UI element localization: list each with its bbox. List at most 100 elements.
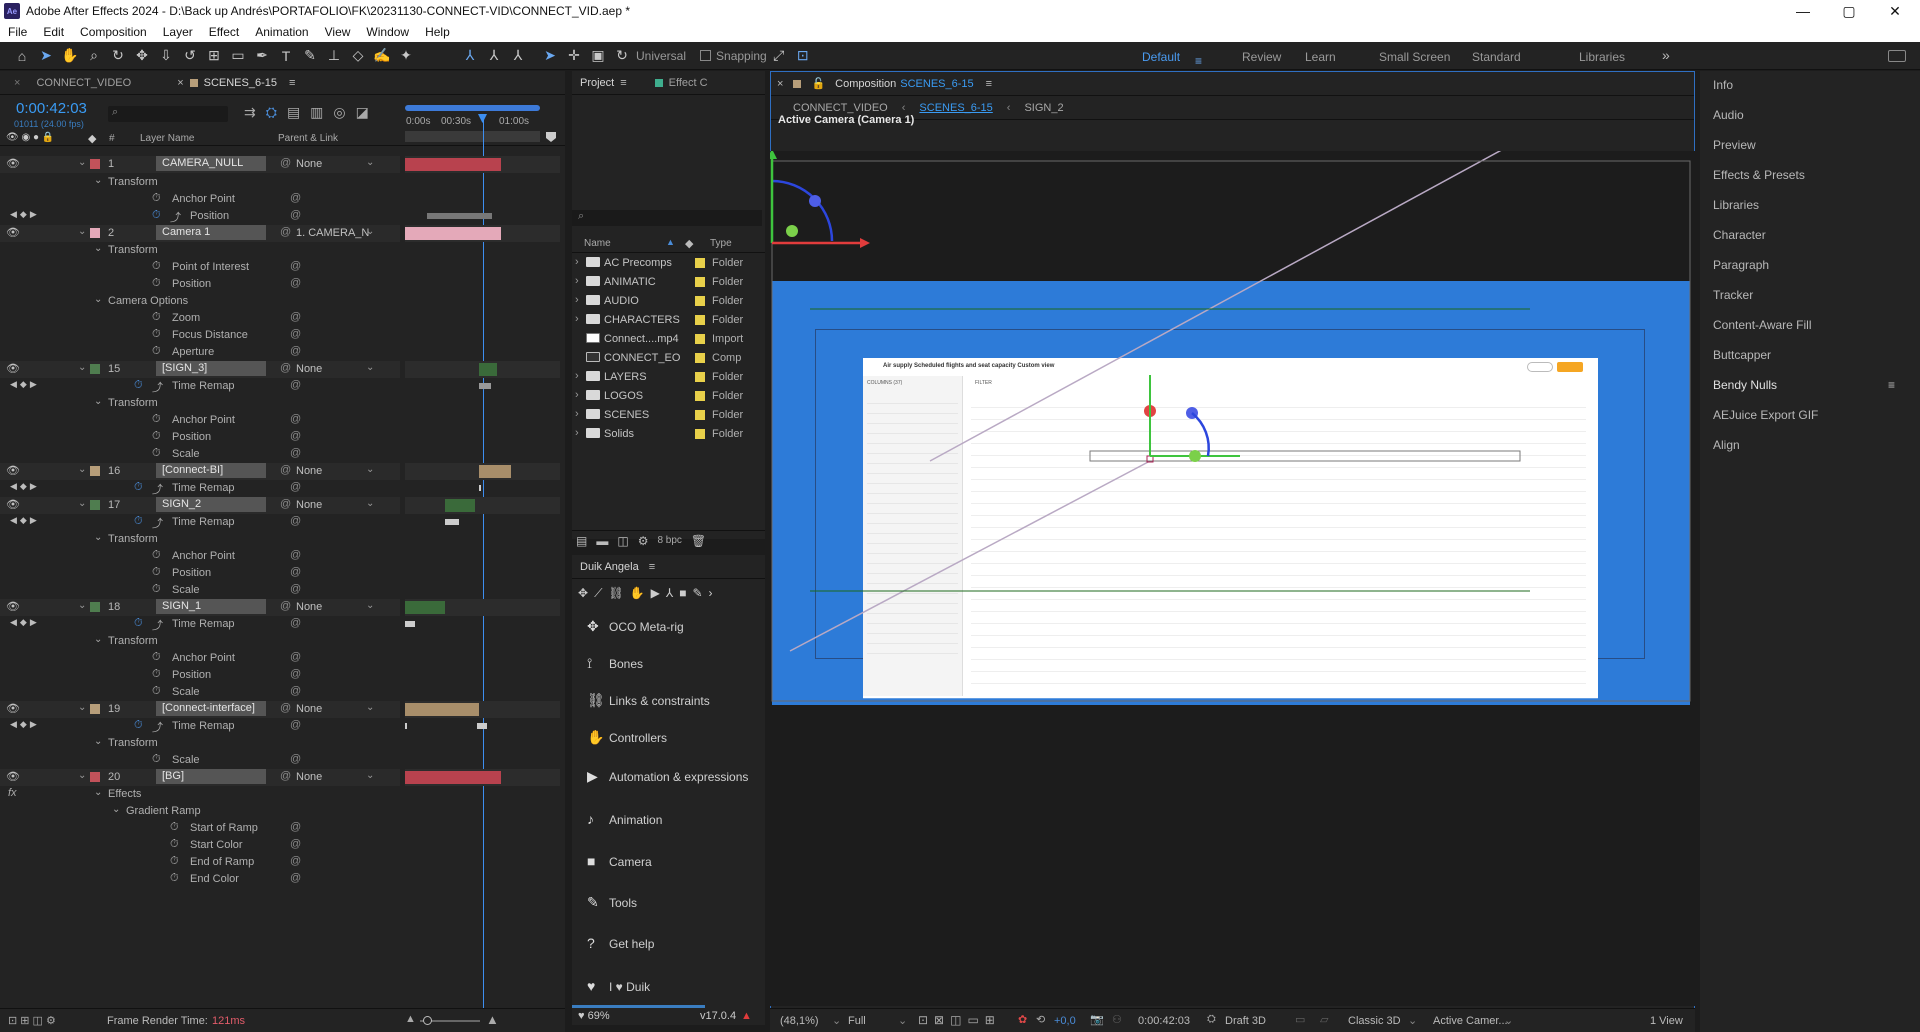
stopwatch-icon[interactable]: ⏱ — [170, 855, 179, 868]
panel-tracker[interactable]: Tracker — [1713, 288, 1753, 302]
stopwatch-icon[interactable]: ⏱ — [152, 345, 161, 358]
extended-viewer-icon[interactable]: ▭ — [1295, 1013, 1305, 1026]
timeline-track[interactable] — [405, 667, 560, 684]
stopwatch-icon[interactable]: ⏱ — [152, 430, 161, 443]
property-row[interactable]: ⏱ End of Ramp @ — [0, 854, 400, 871]
navigator-bar[interactable] — [405, 131, 540, 142]
layer-duration-bar[interactable] — [479, 363, 497, 376]
timeline-track[interactable] — [405, 548, 560, 565]
camera-rotation-arc[interactable] — [771, 179, 834, 242]
stopwatch-icon[interactable]: ⏱ — [152, 328, 161, 341]
pick-whip-icon[interactable]: @ — [290, 872, 301, 884]
visibility-eye-icon[interactable]: 👁 — [6, 600, 20, 613]
property-row[interactable]: ⏱ Position @ — [0, 667, 400, 684]
interpret-footage-icon[interactable]: ▤ — [576, 534, 587, 548]
keyframe-marker[interactable] — [405, 723, 407, 729]
duik-item[interactable]: ♥ I ♥ Duik — [587, 978, 650, 994]
project-item[interactable]: › CHARACTERS Folder — [572, 311, 765, 330]
keyframe-marker[interactable] — [477, 723, 487, 729]
pick-whip-icon[interactable]: @ — [290, 209, 301, 221]
layer-duration-bar[interactable] — [405, 771, 501, 784]
parent-dropdown-icon[interactable]: ⌄ — [366, 702, 374, 713]
graph-icon[interactable]: ⤴ — [152, 481, 163, 497]
tab-scenes[interactable]: SCENES_6-15 — [204, 77, 277, 89]
project-item[interactable]: › AC Precomps Folder — [572, 254, 765, 273]
timeline-track[interactable] — [405, 497, 560, 514]
timeline-track[interactable] — [405, 650, 560, 667]
label-color-swatch[interactable] — [695, 296, 705, 306]
channel-icon[interactable]: ✿ — [1018, 1013, 1027, 1026]
pick-whip-icon[interactable]: @ — [290, 821, 301, 833]
pick-whip-icon[interactable]: @ — [280, 702, 291, 714]
property-row[interactable]: ⏱ Start Color @ — [0, 837, 400, 854]
panel-content-aware-fill[interactable]: Content-Aware Fill — [1713, 318, 1811, 332]
workspace-small-screen[interactable]: Small Screen — [1379, 50, 1450, 64]
pick-whip-icon[interactable]: @ — [290, 430, 301, 442]
stopwatch-icon[interactable]: ⏱ — [152, 566, 161, 579]
stopwatch-icon[interactable]: ⏱ — [152, 447, 161, 460]
property-row[interactable]: ⌄ Transform — [0, 174, 400, 191]
parent-dropdown-icon[interactable]: ⌄ — [366, 600, 374, 611]
layer-row[interactable]: 👁 ⌄ 2 Camera 1 @ 1. CAMERA_N ⌄ — [0, 225, 400, 242]
graph-icon[interactable]: ⤴ — [152, 617, 163, 633]
zoom-level[interactable]: (48,1%) — [780, 1015, 819, 1027]
timeline-track[interactable] — [405, 633, 560, 650]
layer-row[interactable]: 👁 ⌄ 16 [Connect-BI] @ None ⌄ — [0, 463, 400, 480]
layer-duration-bar[interactable] — [405, 601, 445, 614]
panel-character[interactable]: Character — [1713, 228, 1766, 242]
pick-whip-icon[interactable]: @ — [290, 260, 301, 272]
pen-tool-icon[interactable]: ✒ — [250, 45, 274, 67]
label-color-swatch[interactable] — [695, 410, 705, 420]
layer-row[interactable]: 👁 ⌄ 20 [BG] @ None ⌄ — [0, 769, 400, 786]
timeline-track[interactable] — [405, 854, 560, 871]
property-row[interactable]: ◀◆▶ ⏱ ⤴ Time Remap @ — [0, 480, 400, 497]
workspace-review[interactable]: Review — [1242, 50, 1281, 64]
layer-name[interactable]: [Connect-BI] — [156, 463, 266, 478]
stopwatch-icon[interactable]: ⏱ — [134, 379, 143, 392]
timeline-track[interactable] — [405, 327, 560, 344]
rectangle-tool-icon[interactable]: ▭ — [226, 45, 250, 67]
pick-whip-icon[interactable]: @ — [290, 583, 301, 595]
close-button[interactable]: ✕ — [1872, 0, 1918, 22]
orbit-tool-icon[interactable]: ↻ — [106, 45, 130, 67]
layer-row[interactable]: 👁 ⌄ 19 [Connect-interface] @ None ⌄ — [0, 701, 400, 718]
label-color-swatch[interactable] — [90, 364, 100, 374]
menu-animation[interactable]: Animation — [247, 25, 316, 39]
panel-menu-icon[interactable]: ≡ — [289, 77, 295, 89]
stopwatch-icon[interactable]: ⏱ — [152, 549, 161, 562]
keyframe-marker[interactable] — [427, 213, 492, 219]
duik-tool-hand-icon[interactable]: ✋ — [630, 586, 645, 601]
menu-edit[interactable]: Edit — [35, 25, 72, 39]
property-row[interactable]: ⌄ Gradient Ramp — [0, 803, 400, 820]
property-row[interactable]: ⌄ Transform — [0, 242, 400, 259]
tab-effect-controls[interactable]: Effect C — [669, 77, 708, 89]
stopwatch-icon[interactable]: ⏱ — [152, 651, 161, 664]
close-tab-icon[interactable]: × — [777, 78, 783, 90]
workspace-overflow-icon[interactable]: » — [1662, 47, 1670, 63]
expand-chevron-icon[interactable]: › — [575, 370, 579, 382]
parent-dropdown-icon[interactable]: ⌄ — [366, 464, 374, 475]
panel-preview[interactable]: Preview — [1713, 138, 1756, 152]
twirl-open-icon[interactable]: ⌄ — [78, 702, 86, 713]
menu-window[interactable]: Window — [358, 25, 417, 39]
stopwatch-icon[interactable]: ⏱ — [152, 753, 161, 766]
workspace-standard[interactable]: Standard — [1472, 50, 1521, 64]
label-color-swatch[interactable] — [90, 602, 100, 612]
property-row[interactable]: ◀◆▶ ⏱ ⤴ Time Remap @ — [0, 616, 400, 633]
property-row[interactable]: ⏱ Anchor Point @ — [0, 548, 400, 565]
keyframe-nav-icon[interactable]: ◀◆▶ — [10, 617, 40, 628]
timeline-track[interactable] — [405, 531, 560, 548]
label-color-swatch[interactable] — [695, 353, 705, 363]
layer-duration-bar[interactable] — [405, 703, 479, 716]
duik-tool-link-icon[interactable]: ⛓ — [608, 586, 623, 601]
composition-name[interactable]: SCENES_6-15 — [900, 78, 973, 90]
universal-scale-icon[interactable]: ▣ — [586, 45, 610, 67]
rotation-arc[interactable] — [1191, 412, 1210, 457]
twirl-open-icon[interactable]: ⌄ — [94, 243, 102, 254]
property-row[interactable]: ⏱ Position @ — [0, 565, 400, 582]
timeline-track[interactable] — [405, 871, 560, 888]
pick-whip-icon[interactable]: @ — [290, 345, 301, 357]
timeline-track[interactable] — [405, 293, 560, 310]
pick-whip-icon[interactable]: @ — [290, 447, 301, 459]
menu-composition[interactable]: Composition — [72, 25, 155, 39]
